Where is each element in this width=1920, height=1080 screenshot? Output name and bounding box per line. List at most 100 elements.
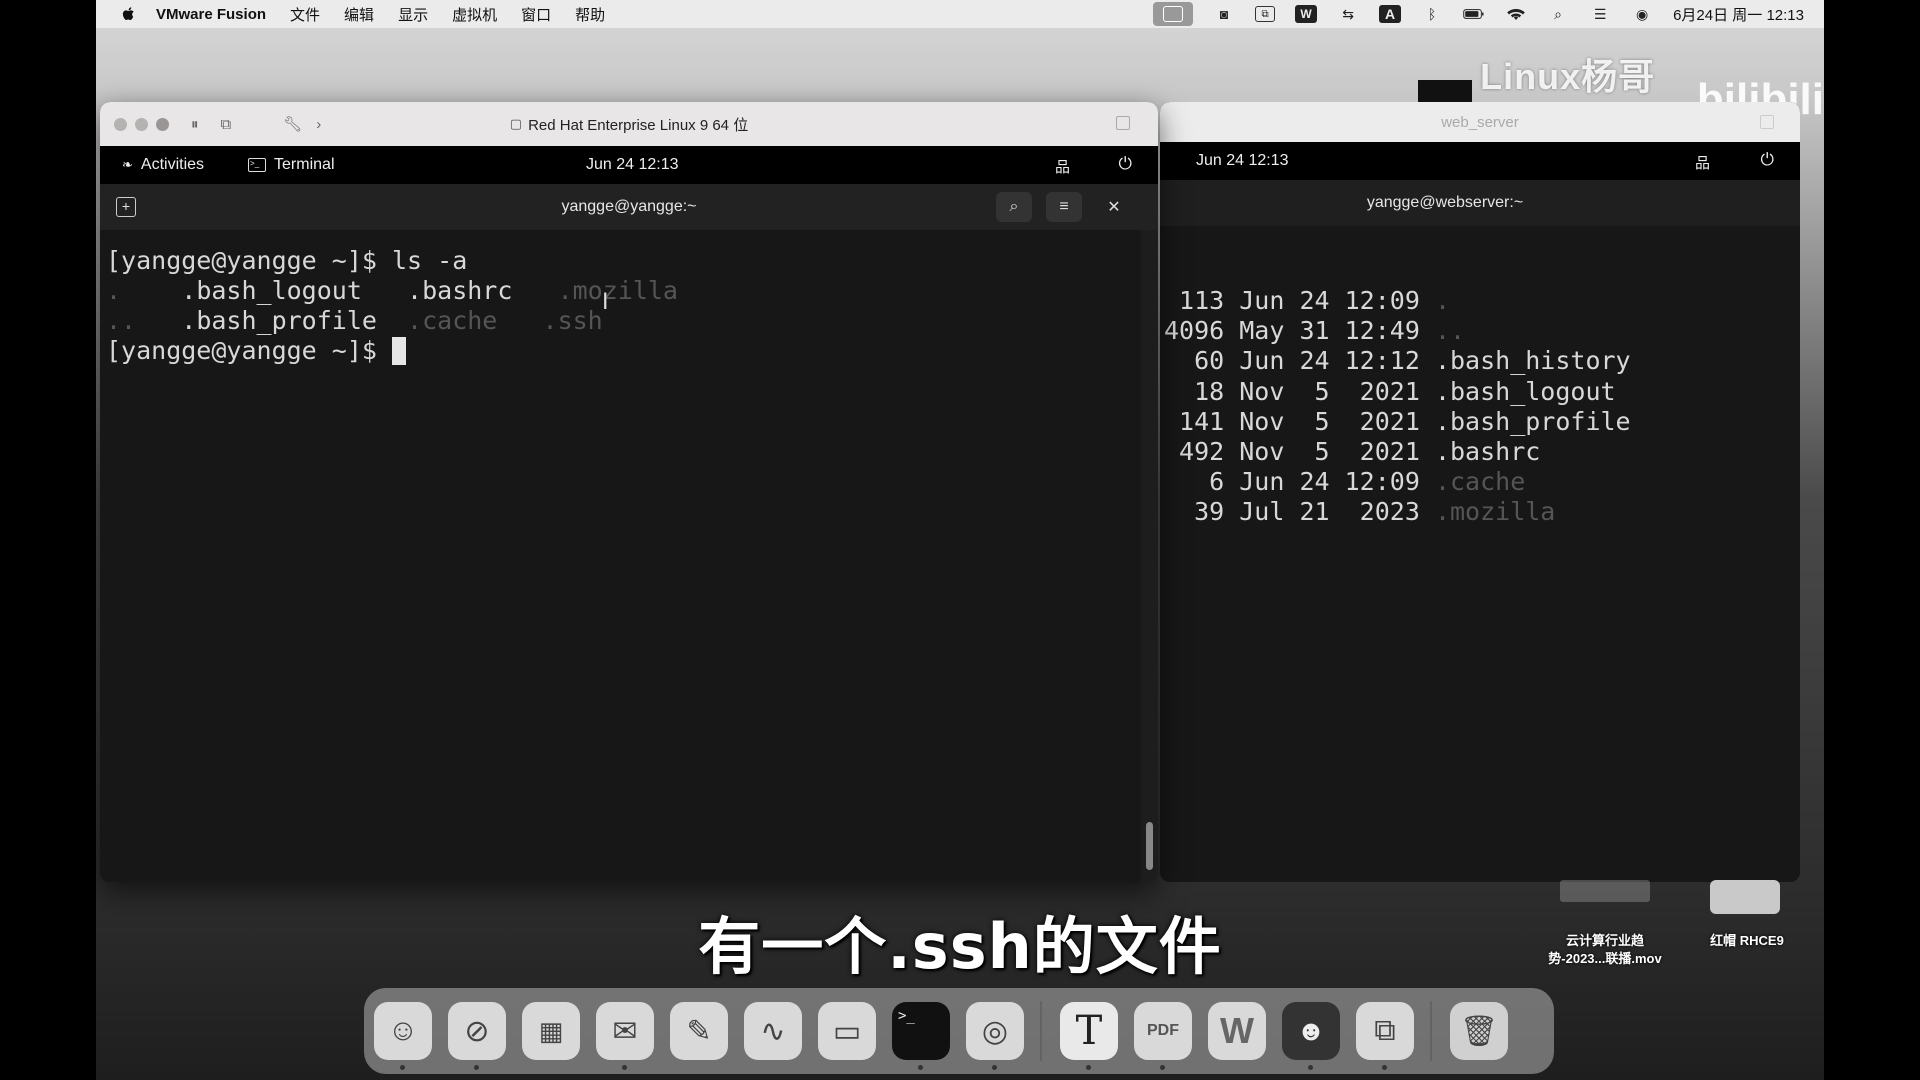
siri-icon[interactable]: ◉ bbox=[1631, 5, 1653, 23]
vm2-gnome-clock[interactable]: Jun 24 12:13 bbox=[1196, 152, 1289, 170]
ls-row: 6 Jun 24 12:09 .cache bbox=[1164, 467, 1526, 497]
battery-icon[interactable] bbox=[1463, 5, 1485, 23]
pause-icon[interactable]: ⏸ bbox=[191, 116, 199, 133]
screenshot-icon[interactable]: ⧉ bbox=[1255, 6, 1276, 22]
vm-document-icon: ▢ bbox=[509, 116, 523, 131]
terminal-output[interactable]: [yangge@yangge ~]$ ls -a. .bash_logout .… bbox=[100, 230, 1140, 882]
menu-vm[interactable]: 虚拟机 bbox=[452, 4, 497, 25]
dock-safari[interactable]: ⊘ bbox=[448, 1002, 506, 1070]
vm-titlebar[interactable]: ⏸ ⧉ 🔧︎ › ▢ Red Hat Enterprise Linux 9 64 … bbox=[100, 102, 1158, 146]
dock-finder[interactable]: ☺ bbox=[374, 1002, 432, 1070]
ls-row: 60 Jun 24 12:12 .bash_history bbox=[1164, 346, 1631, 376]
vm-fullscreen-icon[interactable] bbox=[1116, 116, 1130, 130]
vm-window-rhel9[interactable]: ⏸ ⧉ 🔧︎ › ▢ Red Hat Enterprise Linux 9 64 … bbox=[100, 102, 1158, 882]
wrench-icon[interactable]: 🔧︎ bbox=[283, 115, 302, 133]
running-indicator bbox=[992, 1065, 997, 1070]
close-window-button[interactable] bbox=[114, 117, 127, 131]
dock-textedit[interactable]: ✎ bbox=[670, 1002, 728, 1060]
dock-separator bbox=[1040, 1001, 1042, 1061]
desktop-file-label-line1: 云计算行业趋 bbox=[1565, 933, 1644, 948]
vm-title-text: Red Hat Enterprise Linux 9 64 位 bbox=[528, 116, 749, 134]
notes-icon: ▭ bbox=[832, 1014, 862, 1048]
power-icon[interactable]: ⏻ bbox=[1119, 154, 1132, 174]
gnome-clock[interactable]: Jun 24 12:13 bbox=[586, 156, 679, 174]
desktop-file-video[interactable]: 云计算行业趋 势-2023...联播.mov bbox=[1520, 932, 1690, 968]
menu-view[interactable]: 显示 bbox=[398, 4, 428, 25]
dock-mail[interactable]: ✉ bbox=[596, 1002, 654, 1070]
gnome-activities-button[interactable]: ❧ Activities bbox=[122, 156, 204, 174]
activities-label: Activities bbox=[140, 156, 205, 173]
dock-chatbot[interactable]: ☻ bbox=[1282, 1002, 1340, 1070]
spotlight-icon[interactable]: ⌕ bbox=[1547, 5, 1569, 23]
ls-row: 39 Jul 21 2023 .mozilla bbox=[1164, 497, 1556, 527]
vm2-network-icon[interactable]: 品 bbox=[1695, 152, 1710, 173]
terminal-line: . .bash_logout .bashrc .mozilla bbox=[106, 276, 678, 305]
vm-title: ▢ Red Hat Enterprise Linux 9 64 位 bbox=[100, 102, 1158, 146]
sync-icon[interactable]: ⇆ bbox=[1337, 5, 1359, 23]
gnome-topbar: ❧ Activities >_ Terminal Jun 24 12:13 品 ⏻ bbox=[100, 146, 1158, 184]
desktop-file-label-line2: 势-2023...联播.mov bbox=[1548, 951, 1662, 966]
menu-help[interactable]: 帮助 bbox=[575, 4, 605, 25]
wps-icon[interactable]: W bbox=[1295, 5, 1318, 23]
running-indicator bbox=[400, 1065, 405, 1070]
vm2-power-icon[interactable]: ⏻ bbox=[1761, 150, 1774, 170]
vm-screen-icon[interactable] bbox=[1153, 2, 1194, 26]
input-method-icon[interactable]: A bbox=[1379, 5, 1402, 23]
terminal-app-icon: >_ bbox=[248, 158, 267, 172]
menu-window[interactable]: 窗口 bbox=[521, 4, 551, 25]
menubar-status-area: ◙ ⧉ W ⇆ A ᛒ ⌕ ☰ ◉ 6月24日 周一 12:13 bbox=[1153, 0, 1804, 28]
menubar: VMware Fusion 文件 编辑 显示 虚拟机 窗口 帮助 ◙ ⧉ W ⇆… bbox=[96, 0, 1824, 28]
wps-app-icon: W bbox=[1220, 1010, 1254, 1051]
dock-wps[interactable]: W bbox=[1208, 1002, 1266, 1060]
snapshot-icon[interactable]: ⧉ bbox=[221, 116, 232, 133]
robot-icon: ☻ bbox=[1296, 1015, 1326, 1046]
terminal-scrollbar[interactable] bbox=[1142, 230, 1158, 882]
app-menu-vmware[interactable]: VMware Fusion bbox=[156, 6, 266, 23]
chevron-right-icon[interactable]: › bbox=[316, 116, 321, 133]
control-center-icon[interactable]: ☰ bbox=[1589, 5, 1611, 23]
terminal-line: [yangge@yangge ~]$ bbox=[106, 336, 1140, 366]
dock-launchpad[interactable]: ▦ bbox=[522, 1002, 580, 1060]
gnome-app-menu-terminal[interactable]: >_ Terminal bbox=[248, 156, 335, 174]
menu-edit[interactable]: 编辑 bbox=[344, 4, 374, 25]
dock-notes[interactable]: ▭ bbox=[818, 1002, 876, 1060]
finder-icon: ☺ bbox=[387, 1014, 419, 1047]
dock-trash[interactable]: 🗑︎ bbox=[1450, 1002, 1508, 1060]
vmware-icon: ⧉ bbox=[1374, 1014, 1396, 1047]
chrome-icon: ◎ bbox=[981, 1014, 1009, 1048]
terminal-line: .. .bash_profile .cache .ssh bbox=[106, 306, 603, 335]
network-icon[interactable]: 品 bbox=[1055, 156, 1070, 177]
desktop-screen: VMware Fusion 文件 编辑 显示 虚拟机 窗口 帮助 ◙ ⧉ W ⇆… bbox=[96, 0, 1824, 1080]
menu-file[interactable]: 文件 bbox=[290, 4, 320, 25]
apple-icon[interactable] bbox=[120, 5, 138, 23]
camera-icon[interactable]: ◙ bbox=[1213, 5, 1235, 23]
vm2-titlebar[interactable]: web_server bbox=[1160, 102, 1800, 142]
ibeam-cursor-icon: I bbox=[602, 290, 609, 315]
vm2-terminal-output[interactable]: 113 Jun 24 12:09 . 4096 May 31 12:49 .. 6… bbox=[1160, 226, 1800, 882]
terminal-line: [yangge@yangge ~]$ ls -a bbox=[106, 246, 468, 275]
zoom-window-button[interactable] bbox=[156, 117, 169, 131]
dock-typora[interactable]: T bbox=[1060, 1002, 1118, 1070]
dock-chrome[interactable]: ◎ bbox=[966, 1002, 1024, 1070]
desktop-file-thumbnail[interactable] bbox=[1560, 880, 1650, 902]
desktop-folder-rhce9[interactable]: 红帽 RHCE9 bbox=[1692, 932, 1802, 950]
dock-vmware-fusion[interactable]: ⧉ bbox=[1356, 1002, 1414, 1070]
dock-freeform[interactable]: ∿ bbox=[744, 1002, 802, 1060]
menu-button[interactable]: ≡ bbox=[1046, 192, 1082, 222]
dock-terminal[interactable]: >_ bbox=[892, 1002, 950, 1070]
bluetooth-icon[interactable]: ᛒ bbox=[1421, 5, 1443, 23]
running-indicator bbox=[1160, 1065, 1165, 1070]
close-terminal-button[interactable]: ✕ bbox=[1096, 192, 1132, 222]
minimize-window-button[interactable] bbox=[135, 117, 148, 131]
compass-icon: ⊘ bbox=[464, 1014, 490, 1048]
dock-pdf-expert[interactable]: PDF bbox=[1134, 1002, 1192, 1070]
menubar-clock[interactable]: 6月24日 周一 12:13 bbox=[1673, 4, 1804, 25]
vm2-fullscreen-icon[interactable] bbox=[1760, 115, 1774, 129]
vm2-terminal-header: yangge@webserver:~ bbox=[1160, 180, 1800, 226]
running-indicator bbox=[1086, 1065, 1091, 1070]
vm-window-web-server[interactable]: web_server Jun 24 12:13 品 ⏻ yangge@webse… bbox=[1160, 102, 1800, 882]
wifi-icon[interactable] bbox=[1505, 5, 1527, 23]
scrollbar-thumb[interactable] bbox=[1146, 822, 1153, 870]
desktop-folder-thumbnail[interactable] bbox=[1710, 880, 1780, 914]
search-button[interactable]: ⌕ bbox=[996, 192, 1032, 222]
